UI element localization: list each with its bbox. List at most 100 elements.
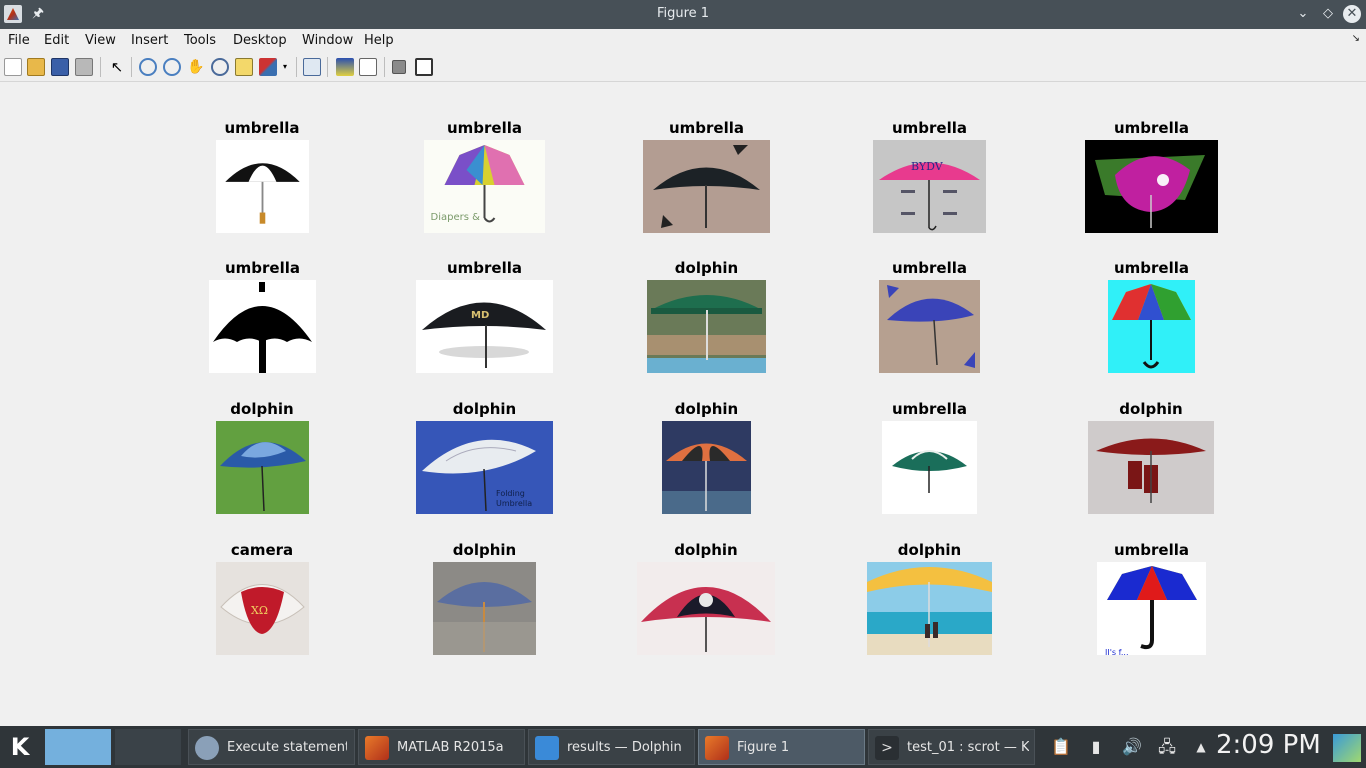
menu-window[interactable]: Window <box>302 33 353 48</box>
taskbar: K Execute statements MATLAB R2015a resul… <box>0 726 1366 768</box>
taskbar-task[interactable]: Execute statements <box>188 729 355 765</box>
zoom-in-icon[interactable] <box>139 58 157 76</box>
taskbar-task[interactable]: results — Dolphin <box>528 729 695 765</box>
menu-edit[interactable]: Edit <box>44 33 69 48</box>
subplot-title: dolphin <box>897 541 962 559</box>
network-icon[interactable]: 🖧 <box>1156 736 1178 758</box>
clipboard-icon[interactable]: 📋 <box>1050 736 1072 758</box>
subplot-title: umbrella <box>1113 259 1190 277</box>
subplot-title: dolphin <box>674 400 739 418</box>
volume-icon[interactable]: 🔊 <box>1121 736 1143 758</box>
rotate-3d-icon[interactable] <box>211 58 229 76</box>
task-label: results — Dolphin <box>567 740 682 755</box>
subplot-title: umbrella <box>891 400 968 418</box>
title-bar: 🖈 Figure 1 ⌄ ◇ ✕ <box>0 0 1366 29</box>
subplot-title: umbrella <box>224 119 300 137</box>
subplot-title: umbrella <box>668 119 745 137</box>
subplot-title: umbrella <box>1113 541 1190 559</box>
svg-text:Diapers &: Diapers & <box>431 212 481 223</box>
zoom-out-icon[interactable] <box>163 58 181 76</box>
subplot-image <box>216 421 309 514</box>
subplot-title: umbrella <box>446 259 523 277</box>
print-figure-icon[interactable] <box>75 58 93 76</box>
taskbar-task[interactable]: > test_01 : scrot — Kon <box>868 729 1035 765</box>
menu-view[interactable]: View <box>85 33 116 48</box>
subplot-title: dolphin <box>452 541 517 559</box>
pager-desktop-2[interactable] <box>115 729 181 765</box>
open-file-icon[interactable] <box>27 58 45 76</box>
subplot-title: dolphin <box>1119 400 1183 418</box>
subplot-image <box>637 562 775 655</box>
show-plot-tools-icon[interactable] <box>415 58 433 76</box>
subplot-title: camera <box>230 541 294 559</box>
menu-bar: File Edit View Insert Tools Desktop Wind… <box>0 29 1366 52</box>
task-label: Execute statements <box>227 740 347 755</box>
konsole-icon: > <box>875 736 899 760</box>
task-label: Figure 1 <box>737 740 790 755</box>
subplot-image <box>1085 140 1218 233</box>
menu-tools[interactable]: Tools <box>184 33 216 48</box>
brush-icon[interactable] <box>259 58 277 76</box>
subplot-image: MD <box>416 280 553 373</box>
subplot-title: umbrella <box>891 119 968 137</box>
link-plot-icon[interactable] <box>303 58 321 76</box>
subplot-image <box>216 140 309 233</box>
figure-toolbar: ↖ ✋ ▾ <box>0 52 1366 82</box>
maximize-icon[interactable]: ◇ <box>1319 5 1337 23</box>
brush-dropdown-icon[interactable]: ▾ <box>280 58 290 76</box>
subplot-image <box>433 562 536 655</box>
menu-desktop[interactable]: Desktop <box>233 33 287 48</box>
taskbar-task[interactable]: Figure 1 <box>698 729 865 765</box>
subplot-title: umbrella <box>891 259 968 277</box>
insert-colorbar-icon[interactable] <box>336 58 354 76</box>
task-label: MATLAB R2015a <box>397 740 504 755</box>
close-icon[interactable]: ✕ <box>1343 5 1361 23</box>
subplot-title: umbrella <box>1113 119 1190 137</box>
data-cursor-icon[interactable] <box>235 58 253 76</box>
svg-text:JJ's f...: JJ's f... <box>1104 648 1129 655</box>
window-title: Figure 1 <box>656 6 710 21</box>
dolphin-folder-icon <box>535 736 559 760</box>
clock[interactable]: 2:09 PM <box>1216 730 1321 760</box>
subplot-image: JJ's f... <box>1097 562 1206 655</box>
subplot-image: Folding Umbrella <box>416 421 553 514</box>
pan-icon[interactable]: ✋ <box>187 58 205 76</box>
svg-text:MD: MD <box>471 310 489 321</box>
subplot-image <box>662 421 751 514</box>
svg-text:XΩ: XΩ <box>251 604 268 617</box>
svg-text:BYDV: BYDV <box>911 160 944 173</box>
subplot-title: dolphin <box>452 400 517 418</box>
matlab-icon <box>365 736 389 760</box>
subplot-image <box>1108 280 1195 373</box>
subplot-title: dolphin <box>674 259 739 277</box>
subplot-image <box>1088 421 1214 514</box>
menu-insert[interactable]: Insert <box>131 33 168 48</box>
edit-plot-icon[interactable]: ↖ <box>108 58 126 76</box>
show-desktop-icon[interactable] <box>1333 734 1361 762</box>
hide-plot-tools-icon[interactable] <box>392 60 406 74</box>
show-hidden-tray-icon[interactable]: ▲ <box>1190 736 1212 758</box>
application-launcher-icon[interactable]: K <box>4 732 36 762</box>
menu-file[interactable]: File <box>8 33 30 48</box>
pager-desktop-1[interactable] <box>45 729 111 765</box>
undock-arrow-icon[interactable]: ↘ <box>1352 33 1360 44</box>
task-label: test_01 : scrot — Kon <box>907 740 1029 755</box>
minimize-icon[interactable]: ⌄ <box>1294 5 1312 23</box>
save-figure-icon[interactable] <box>51 58 69 76</box>
subplot-image <box>882 421 977 514</box>
subplot-image: XΩ <box>216 562 309 655</box>
svg-text:Umbrella: Umbrella <box>496 499 532 508</box>
menu-help[interactable]: Help <box>364 33 394 48</box>
insert-legend-icon[interactable] <box>359 58 377 76</box>
figure-canvas: umbrella umbrella Diapers & umbrella umb… <box>0 83 1366 724</box>
subplot-image: BYDV <box>873 140 986 233</box>
battery-icon[interactable]: ▮ <box>1085 736 1107 758</box>
taskbar-task[interactable]: MATLAB R2015a <box>358 729 525 765</box>
subplot-image <box>879 280 980 373</box>
matlab-figure-icon <box>705 736 729 760</box>
subplot-image <box>209 280 316 373</box>
subplot-image <box>643 140 770 233</box>
new-figure-icon[interactable] <box>4 58 22 76</box>
subplot-title: dolphin <box>230 400 294 418</box>
terminal-icon <box>195 736 219 760</box>
